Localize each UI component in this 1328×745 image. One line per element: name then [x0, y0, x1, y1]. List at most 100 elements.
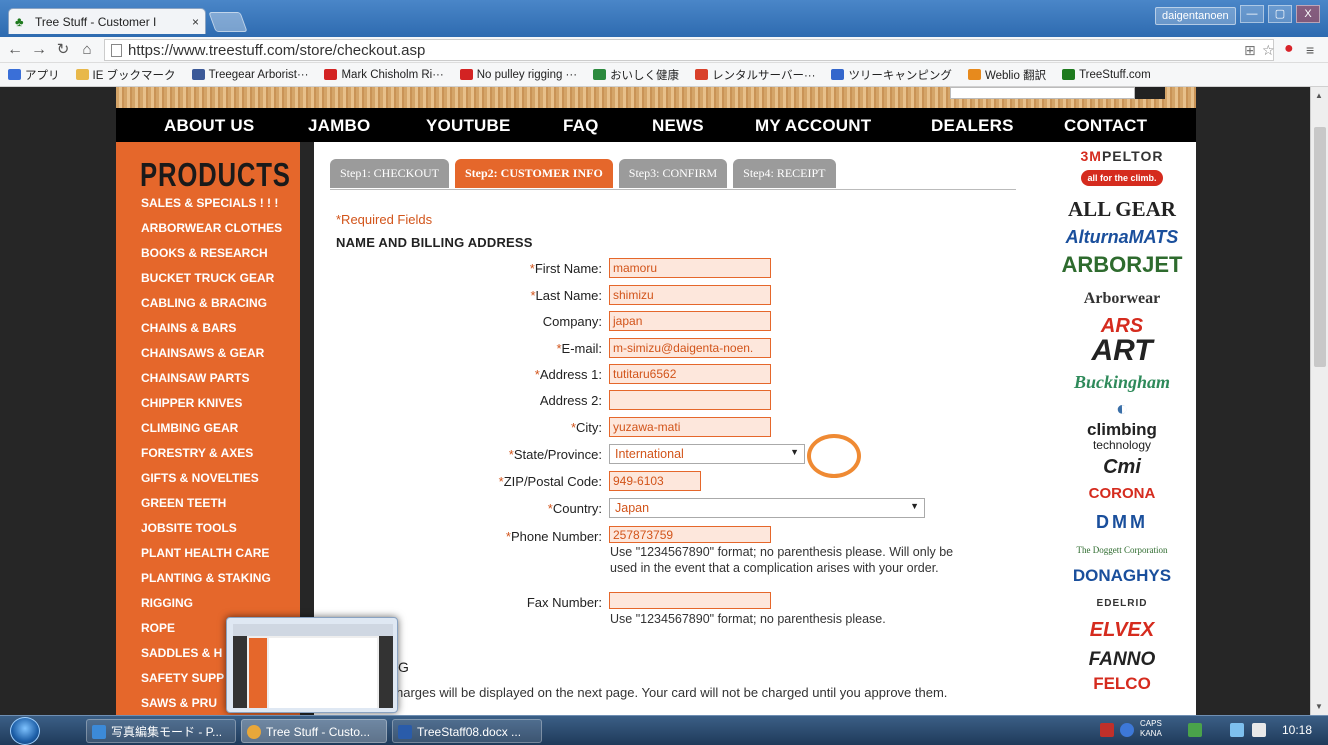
last-name-field[interactable]: shimizu	[609, 285, 771, 305]
network-tray-icon[interactable]	[1188, 723, 1202, 737]
back-icon[interactable]: ←	[6, 40, 24, 60]
extension-icon[interactable]: ●	[1284, 40, 1294, 58]
close-window-button[interactable]: X	[1296, 5, 1320, 23]
bookmark-star-icon[interactable]: ☆	[1262, 42, 1275, 59]
category-link[interactable]: BUCKET TRUCK GEAR	[141, 271, 274, 285]
brand-peltor[interactable]: 3MPELTOR	[1048, 148, 1196, 164]
maximize-button[interactable]: ▢	[1268, 5, 1292, 23]
brand-fanno[interactable]: FANNO	[1048, 649, 1196, 671]
taskbar-preview-thumbnail[interactable]	[226, 617, 398, 713]
brand-felco[interactable]: FELCO	[1048, 674, 1196, 694]
company-field[interactable]: japan	[609, 311, 771, 331]
brand-art[interactable]: ART	[1048, 334, 1196, 368]
step-receipt-tab[interactable]: Step4: RECEIPT	[733, 159, 836, 188]
new-tab-button[interactable]	[208, 12, 248, 32]
scrollbar-thumb[interactable]	[1314, 127, 1326, 367]
brand-all-gear[interactable]: ALL GEAR	[1048, 197, 1196, 222]
category-link[interactable]: GREEN TEETH	[141, 496, 226, 510]
taskbar-chrome[interactable]: Tree Stuff - Custo...	[241, 719, 387, 743]
address1-field[interactable]: tutitaru6562	[609, 364, 771, 384]
email-field[interactable]: m-simizu@daigenta-noen.	[609, 338, 771, 358]
bookmark-item[interactable]: Treegear Arborist···	[191, 69, 308, 81]
scroll-up-icon[interactable]: ▲	[1315, 91, 1323, 100]
category-link[interactable]: SAFETY SUPP	[141, 671, 224, 685]
category-link[interactable]: SADDLES & H	[141, 646, 222, 660]
step-confirm-tab[interactable]: Step3: CONFIRM	[618, 159, 728, 188]
bookmark-item[interactable]: おいしく健康	[593, 67, 679, 83]
bookmark-item[interactable]: Mark Chisholm Ri···	[324, 69, 444, 81]
taskbar-word[interactable]: TreeStaff08.docx ...	[392, 719, 542, 743]
nav-jambo[interactable]: JAMBO	[308, 116, 370, 136]
category-link[interactable]: PLANTING & STAKING	[141, 571, 271, 585]
brand-climbing[interactable]: climbing	[1048, 420, 1196, 440]
menu-icon[interactable]: ≡	[1306, 42, 1314, 58]
clock[interactable]: 10:18	[1282, 723, 1312, 737]
category-link[interactable]: SALES & SPECIALS ! ! !	[141, 196, 278, 210]
state-select[interactable]: International ▼	[609, 444, 805, 464]
profile-button[interactable]: daigentanoen	[1155, 7, 1236, 25]
category-link[interactable]: CLIMBING GEAR	[141, 421, 238, 435]
brand-buckingham[interactable]: Buckingham	[1048, 372, 1196, 393]
browser-tab[interactable]: ♣ Tree Stuff - Customer I ×	[8, 8, 206, 34]
nav-contact[interactable]: CONTACT	[1064, 116, 1147, 136]
first-name-field[interactable]: mamoru	[609, 258, 771, 278]
bookmark-item[interactable]: レンタルサーバー···	[695, 67, 815, 83]
page-scrollbar[interactable]: ▲ ▼	[1310, 87, 1328, 715]
category-link[interactable]: CHIPPER KNIVES	[141, 396, 242, 410]
taskbar-photo-editor[interactable]: 写真編集モード - P...	[86, 719, 236, 743]
brand-donaghys[interactable]: DONAGHYS	[1048, 566, 1196, 586]
nav-faq[interactable]: FAQ	[563, 116, 599, 136]
site-search-input[interactable]	[950, 87, 1135, 99]
nav-youtube[interactable]: YOUTUBE	[426, 116, 511, 136]
category-link[interactable]: ARBORWEAR CLOTHES	[141, 221, 282, 235]
bookmark-item[interactable]: No pulley rigging ···	[459, 69, 577, 81]
adobe-tray-icon[interactable]	[1100, 723, 1114, 737]
category-link[interactable]: GIFTS & NOVELTIES	[141, 471, 259, 485]
home-icon[interactable]: ⌂	[78, 40, 96, 60]
brand-cmi[interactable]: Cmi	[1048, 456, 1196, 479]
bookmark-item[interactable]: Weblio 翻訳	[967, 67, 1046, 83]
ime-status[interactable]: CAPS KANA	[1140, 719, 1162, 739]
bookmark-item[interactable]: TreeStuff.com	[1062, 69, 1151, 81]
category-link[interactable]: SAWS & PRU	[141, 696, 217, 710]
category-link[interactable]: CHAINSAW PARTS	[141, 371, 249, 385]
minimize-button[interactable]: —	[1240, 5, 1264, 23]
brand-abr[interactable]: all for the climb.	[1048, 170, 1196, 186]
brand-corona[interactable]: CORONA	[1048, 485, 1196, 502]
bookmark-item[interactable]: IE ブックマーク	[75, 67, 176, 83]
start-button[interactable]	[10, 717, 40, 745]
brand-elvex[interactable]: ELVEX	[1048, 619, 1196, 642]
nav-news[interactable]: NEWS	[652, 116, 704, 136]
category-link[interactable]: CABLING & BRACING	[141, 296, 267, 310]
nav-my-account[interactable]: MY ACCOUNT	[755, 116, 871, 136]
city-field[interactable]: yuzawa-mati	[609, 417, 771, 437]
help-tray-icon[interactable]	[1120, 723, 1134, 737]
phone-field[interactable]: 257873759	[609, 526, 771, 543]
address-bar[interactable]: https://www.treestuff.com/store/checkout…	[104, 39, 1274, 61]
bookmark-item[interactable]: ツリーキャンピング	[831, 67, 952, 83]
brand-doggett[interactable]: The Doggett Corporation	[1048, 545, 1196, 555]
step-checkout-tab[interactable]: Step1: CHECKOUT	[330, 159, 449, 188]
reload-icon[interactable]: ↻	[54, 40, 72, 60]
volume-icon[interactable]	[1252, 723, 1266, 737]
action-center-icon[interactable]	[1230, 723, 1244, 737]
category-link[interactable]: BOOKS & RESEARCH	[141, 246, 268, 260]
category-link[interactable]: JOBSITE TOOLS	[141, 521, 237, 535]
nav-about-us[interactable]: ABOUT US	[164, 116, 254, 136]
brand-alturnamats[interactable]: AlturnaMATS	[1048, 227, 1196, 248]
forward-icon[interactable]: →	[30, 40, 48, 60]
category-link[interactable]: FORESTRY & AXES	[141, 446, 253, 460]
country-select[interactable]: Japan ▼	[609, 498, 925, 518]
bookmark-item[interactable]: アプリ	[8, 67, 60, 83]
nav-dealers[interactable]: DEALERS	[931, 116, 1014, 136]
category-link[interactable]: CHAINS & BARS	[141, 321, 236, 335]
category-link[interactable]: CHAINSAWS & GEAR	[141, 346, 264, 360]
category-link[interactable]: RIGGING	[141, 596, 193, 610]
translate-icon[interactable]: ⊞	[1244, 42, 1256, 59]
address2-field[interactable]	[609, 390, 771, 410]
brand-arborwear[interactable]: Arborwear	[1048, 290, 1196, 308]
brand-edelrid[interactable]: EDELRID	[1048, 598, 1196, 609]
category-link[interactable]: PLANT HEALTH CARE	[141, 546, 269, 560]
category-link[interactable]: ROPE	[141, 621, 175, 635]
site-search-button[interactable]	[1135, 87, 1165, 99]
